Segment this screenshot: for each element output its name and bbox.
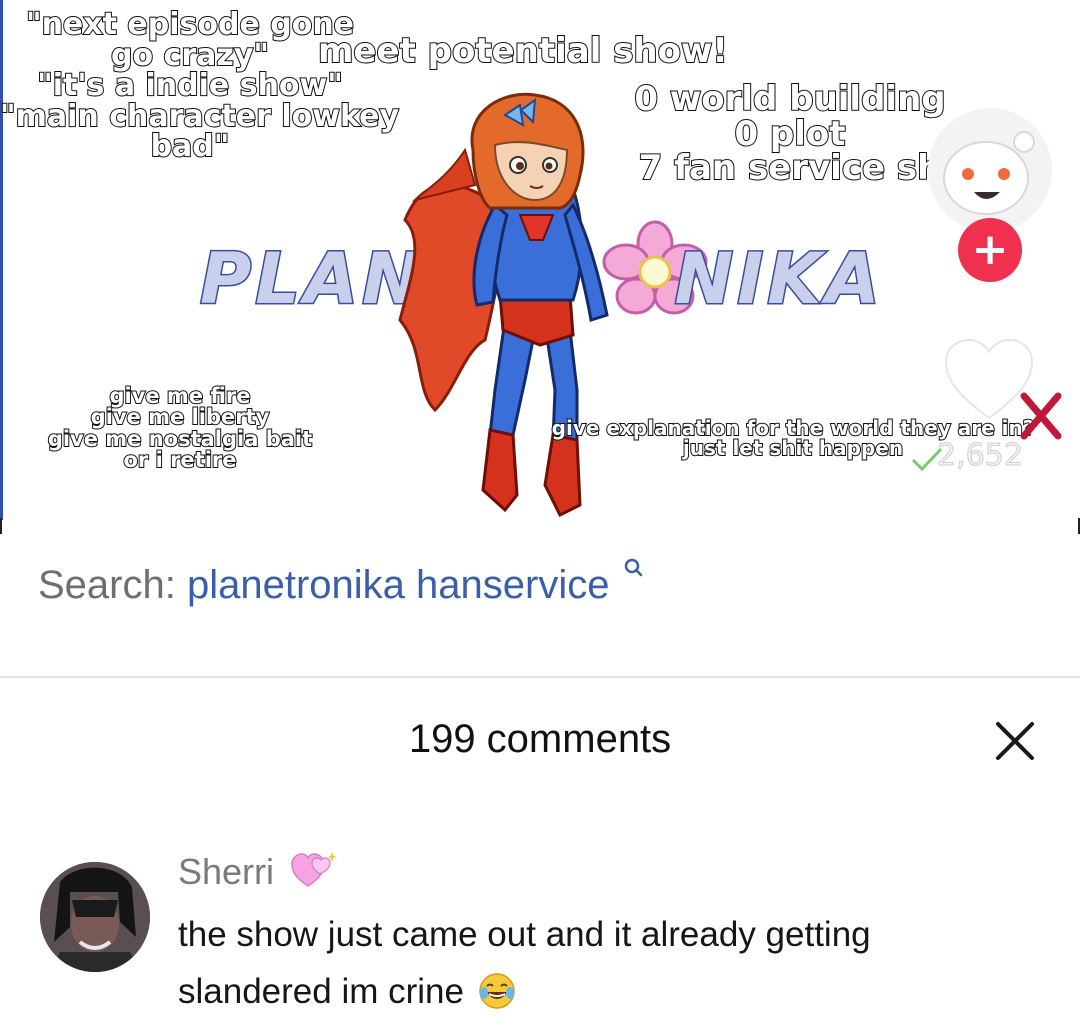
search-query[interactable]: planetronika hanservice (187, 563, 609, 607)
meme-caption-bottom-left: give me fire give me liberty give me nos… (47, 384, 313, 473)
creator-avatar[interactable] (928, 108, 1052, 232)
search-label: Search: (38, 563, 176, 607)
meme-caption-top-right: 0 world building 0 plot 7 fan service sh (633, 79, 946, 189)
red-x-mark-icon (1020, 392, 1062, 440)
video-player[interactable]: PLAN NIKA "next episode gone go crazy" "… (0, 0, 1080, 520)
tears-of-joy-icon (478, 973, 515, 1009)
sparkling-heart-icon (291, 852, 338, 888)
comment-item: Sherri the show just came out and it alr… (0, 848, 1080, 1026)
close-icon[interactable] (990, 716, 1040, 766)
comment-author-name: Sherri (178, 851, 275, 892)
commenter-avatar-icon (40, 862, 150, 972)
corner-mark-left (0, 518, 2, 534)
meme-caption-title: meet potential show! (317, 31, 729, 71)
like-count: 2,652 (937, 438, 1024, 474)
comment-text: the show just came out and it already ge… (178, 906, 998, 1020)
search-suggestion[interactable]: Search: planetronika hanservice (38, 558, 643, 608)
comment-body: the show just came out and it already ge… (178, 915, 871, 1011)
comment-author[interactable]: Sherri (178, 851, 338, 893)
search-icon[interactable] (623, 557, 643, 583)
commenter-avatar[interactable] (40, 862, 150, 972)
section-divider (0, 676, 1080, 678)
creator-avatar-icon (928, 108, 1052, 232)
follow-button[interactable]: + (958, 218, 1022, 282)
comments-count-title: 199 comments (408, 717, 672, 761)
